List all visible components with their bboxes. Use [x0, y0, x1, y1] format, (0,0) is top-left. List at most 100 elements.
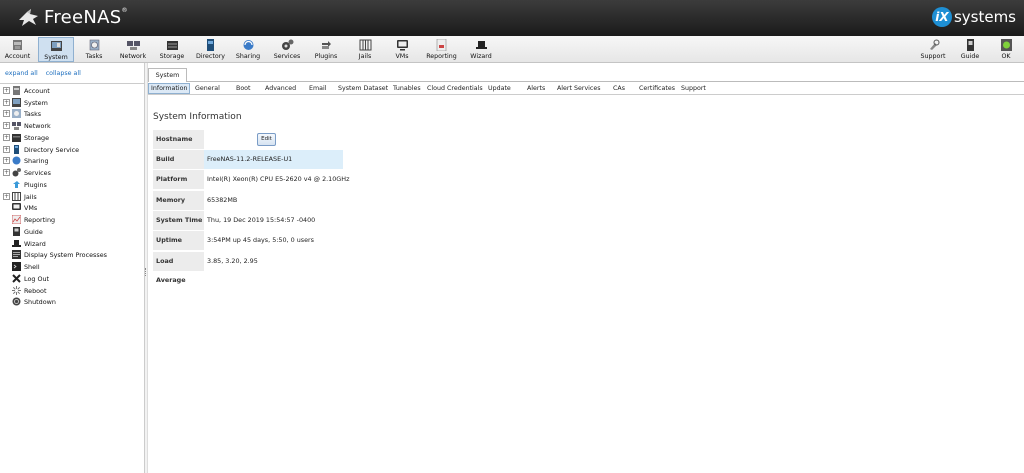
- subtab-email[interactable]: Email: [307, 83, 328, 94]
- info-label: System Time: [153, 211, 204, 230]
- app-header: FreeNAS® iX systems: [0, 0, 1024, 36]
- subtab-information[interactable]: Information: [148, 83, 191, 94]
- toolbar-sharing-button[interactable]: Sharing: [232, 37, 264, 62]
- expand-toggle-icon[interactable]: +: [3, 87, 10, 94]
- info-row-memory: Memory 65382MB: [153, 191, 493, 210]
- tree-item-account[interactable]: + Account: [3, 85, 50, 96]
- subtab-boot[interactable]: Boot: [234, 83, 253, 94]
- expand-toggle-icon[interactable]: +: [3, 134, 10, 141]
- toolbar-label: Support: [920, 53, 946, 60]
- subtab-cas[interactable]: CAs: [611, 83, 627, 94]
- tree-item-vms[interactable]: VMs: [3, 202, 37, 213]
- toolbar-label: Account: [4, 53, 31, 60]
- expand-toggle-icon[interactable]: +: [3, 99, 10, 106]
- system-icon: [50, 40, 63, 52]
- tree-item-network[interactable]: + Network: [3, 120, 51, 131]
- main-content: System Information General Boot Advanced…: [148, 63, 1024, 473]
- subtab-cloud-credentials[interactable]: Cloud Credentials: [425, 83, 485, 94]
- toolbar-services-button[interactable]: Services: [271, 37, 303, 62]
- info-label: Load Average: [153, 252, 204, 284]
- vms-icon: [396, 39, 409, 51]
- toolbar-plugins-button[interactable]: Plugins: [310, 37, 342, 62]
- toolbar-support-button[interactable]: Support: [917, 37, 949, 62]
- tree-item-tasks[interactable]: + Tasks: [3, 108, 41, 119]
- support-icon: [927, 39, 940, 51]
- info-value: Thu, 19 Dec 2019 15:54:57 -0400: [207, 216, 316, 224]
- brand-name: FreeNAS: [44, 7, 122, 28]
- toolbar-label: Network: [119, 53, 147, 60]
- toolbar-account-button[interactable]: Account: [0, 37, 35, 62]
- ok-status-icon: [1000, 39, 1013, 51]
- tree-item-plugins[interactable]: Plugins: [3, 179, 47, 190]
- toolbar-label: Tasks: [85, 53, 103, 60]
- toolbar-jails-button[interactable]: Jails: [349, 37, 381, 62]
- subtab-alerts[interactable]: Alerts: [525, 83, 547, 94]
- tasks-icon: [88, 39, 101, 51]
- edit-hostname-button[interactable]: Edit: [257, 133, 276, 146]
- subtab-update[interactable]: Update: [486, 83, 513, 94]
- network-icon: [12, 122, 21, 130]
- tree-item-reboot[interactable]: Reboot: [3, 285, 46, 296]
- info-row-platform: Platform Intel(R) Xeon(R) CPU E5-2620 v4…: [153, 170, 493, 189]
- tree-item-guide[interactable]: Guide: [3, 226, 43, 237]
- subtab-certificates[interactable]: Certificates: [637, 83, 677, 94]
- tree-item-storage[interactable]: + Storage: [3, 132, 49, 143]
- plugins-icon: [13, 181, 20, 188]
- tree-item-log-out[interactable]: Log Out: [3, 273, 49, 284]
- toolbar-wizard-button[interactable]: Wizard: [466, 37, 496, 62]
- toolbar-network-button[interactable]: Network: [117, 37, 149, 62]
- tree-item-shutdown[interactable]: Shutdown: [3, 296, 56, 307]
- info-row-system-time: System Time Thu, 19 Dec 2019 15:54:57 -0…: [153, 211, 493, 230]
- tree-item-reporting[interactable]: Reporting: [3, 214, 55, 225]
- splitter-grip-icon[interactable]: [145, 268, 147, 276]
- toolbar-label: Sharing: [235, 53, 261, 60]
- tree-item-display-system-processes[interactable]: Display System Processes: [3, 249, 107, 260]
- toolbar-reporting-button[interactable]: Reporting: [424, 37, 459, 62]
- toolbar-label: System: [44, 54, 68, 61]
- jails-icon: [12, 192, 21, 201]
- subtab-alert-services[interactable]: Alert Services: [555, 83, 603, 94]
- subtab-support[interactable]: Support: [679, 83, 708, 94]
- expand-all-link[interactable]: expand all: [5, 70, 38, 77]
- tree-item-services[interactable]: + Services: [3, 167, 51, 178]
- subtab-general[interactable]: General: [193, 83, 222, 94]
- expand-toggle-icon[interactable]: +: [3, 146, 10, 153]
- expand-toggle-icon[interactable]: +: [3, 122, 10, 129]
- toolbar-directory-button[interactable]: Directory: [193, 37, 228, 62]
- navigation-tree-panel: expand all collapse all + Account + System…: [0, 63, 145, 473]
- tree-item-jails[interactable]: + Jails: [3, 191, 37, 202]
- toolbar-storage-button[interactable]: Storage: [156, 37, 188, 62]
- processes-icon: [12, 250, 21, 259]
- tree-item-label: Log Out: [24, 274, 50, 283]
- tree-item-directory-service[interactable]: + Directory Service: [3, 144, 79, 155]
- tasks-icon: [12, 109, 21, 118]
- subtab-tunables[interactable]: Tunables: [391, 83, 423, 94]
- toolbar-ok-button[interactable]: OK: [992, 37, 1020, 62]
- expand-toggle-icon[interactable]: +: [3, 110, 10, 117]
- tree-item-label: Directory Service: [24, 145, 80, 154]
- info-value: FreeNAS-11.2-RELEASE-U1: [204, 150, 343, 169]
- tree-item-system[interactable]: + System: [3, 97, 48, 108]
- tree-item-wizard[interactable]: Wizard: [3, 238, 46, 249]
- guide-icon: [964, 39, 977, 51]
- toolbar-system-button[interactable]: System: [38, 37, 74, 62]
- expand-toggle-icon[interactable]: +: [3, 157, 10, 164]
- expand-toggle-icon[interactable]: +: [3, 193, 10, 200]
- toolbar-tasks-button[interactable]: Tasks: [78, 37, 110, 62]
- info-label: Memory: [153, 191, 204, 210]
- services-icon: [281, 39, 294, 51]
- tree-item-sharing[interactable]: + Sharing: [3, 155, 49, 166]
- main-toolbar: Account System Tasks Network Storage Dir…: [0, 36, 1024, 63]
- toolbar-guide-button[interactable]: Guide: [956, 37, 984, 62]
- tree-item-label: Account: [24, 86, 50, 95]
- wizard-hat-icon: [12, 240, 21, 247]
- tab-system[interactable]: System: [148, 68, 187, 82]
- subtab-advanced[interactable]: Advanced: [263, 83, 298, 94]
- collapse-all-link[interactable]: collapse all: [46, 70, 81, 77]
- expand-toggle-icon[interactable]: +: [3, 169, 10, 176]
- tree-item-shell[interactable]: Shell: [3, 261, 40, 272]
- system-icon: [12, 98, 21, 107]
- shutdown-icon: [12, 297, 21, 306]
- toolbar-vms-button[interactable]: VMs: [388, 37, 416, 62]
- subtab-system-dataset[interactable]: System Dataset: [336, 83, 390, 94]
